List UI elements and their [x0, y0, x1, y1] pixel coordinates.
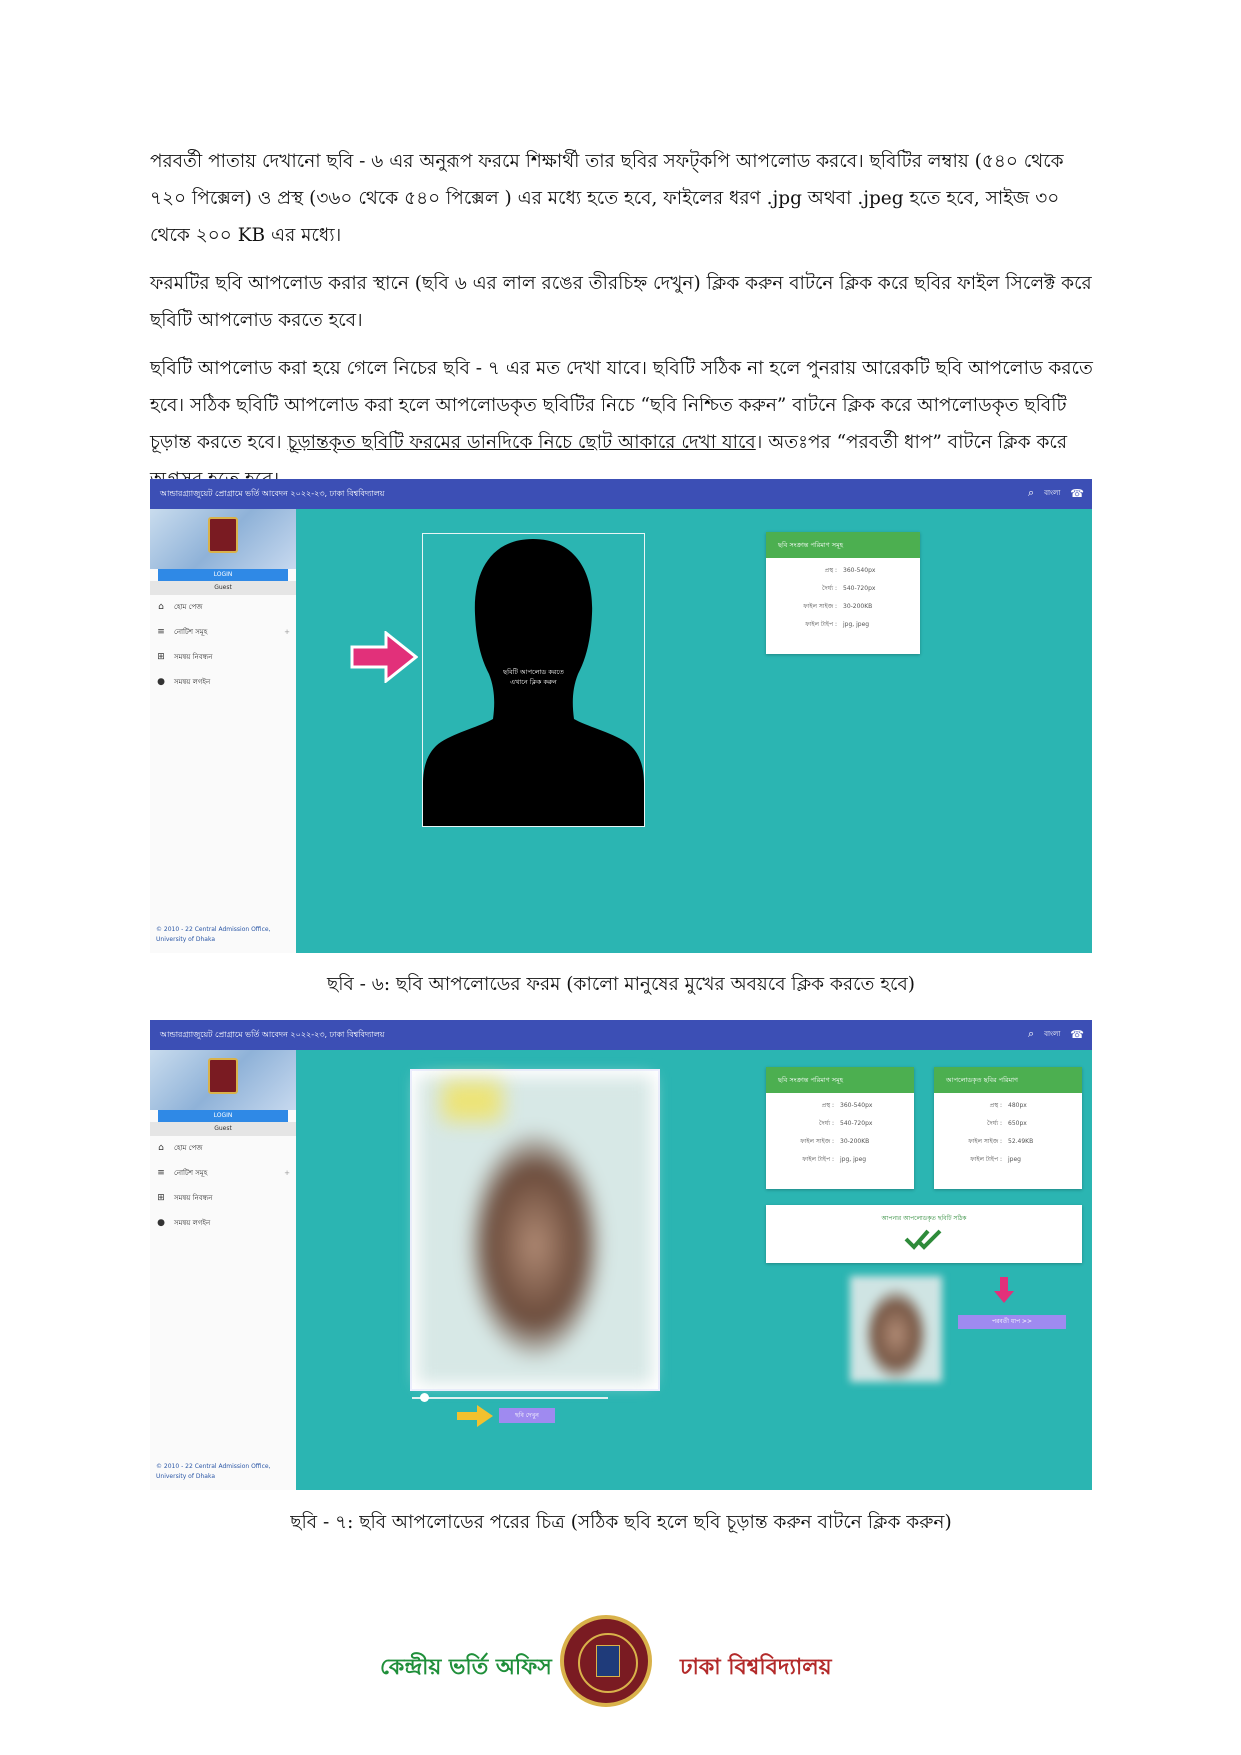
person-icon: ●: [157, 1218, 165, 1228]
sidebar: LOGIN Guest ⌂ হোম পেজ ≡ নোটিশ সমূহ + ⊞ সমন্ব…: [150, 509, 296, 953]
login-button[interactable]: LOGIN: [158, 1110, 288, 1122]
photo-ok-box: আপনার আপলোডকৃত ছবিটি সঠিক: [766, 1205, 1082, 1263]
university-seal-icon: [560, 1615, 652, 1707]
phone-icon[interactable]: ☎: [1070, 1028, 1084, 1041]
copyright: © 2010 - 22 Central Admission Office,: [156, 1463, 271, 1470]
zoom-slider-handle[interactable]: [420, 1393, 429, 1402]
footer-office-name: কেন্দ্রীয় ভর্তি অফিস: [380, 1654, 552, 1680]
app-title: আন্ডারগ্র্যাজুয়েট প্রোগ্রামে ভর্তি আবেদ…: [160, 1030, 385, 1039]
info-row: প্রস্থ :480px: [989, 1102, 1027, 1109]
req-row: দৈর্ঘ্য :540-720px: [822, 585, 876, 592]
info-row: ফাইল টাইপ : jpeg: [970, 1156, 1021, 1163]
paragraph-3: ছবিটি আপলোড করা হয়ে গেলে নিচের ছবি - ৭ …: [150, 350, 1095, 498]
upload-prompt-line2: এখানে ক্লিক করুন: [510, 678, 557, 686]
sidebar-item-registration[interactable]: ⊞ সমন্বয় নিবন্ধন: [156, 1186, 290, 1211]
uploaded-info-card-title: আপলোডকৃত ছবির পরিমাণ: [934, 1067, 1082, 1093]
screenshot-upload-form: আন্ডারগ্র্যাজুয়েট প্রোগ্রামে ভর্তি আবেদ…: [150, 479, 1092, 953]
app-topbar: আন্ডারগ্র্যাজুয়েট প্রোগ্রামে ভর্তি আবেদ…: [150, 1020, 1092, 1050]
sidebar-banner: [150, 1050, 296, 1110]
guest-label: Guest: [150, 581, 296, 595]
caption-figure-7: ছবি - ৭: ছবি আপলোডের পরের চিত্র (সঠিক ছব…: [290, 1512, 952, 1533]
sidebar: LOGIN Guest ⌂ হোম পেজ ≡ নোটিশ সমূহ + ⊞ সমন্ব…: [150, 1050, 296, 1490]
info-row: ফাইল সাইজ :52.49KB: [968, 1138, 1034, 1145]
search-icon[interactable]: ⌕: [1028, 486, 1034, 500]
home-icon: ⌂: [158, 602, 164, 612]
login-button[interactable]: LOGIN: [158, 569, 288, 581]
university-crest-icon: [208, 517, 238, 553]
requirements-card-title: ছবি সংক্রান্ত পরিমাণ সমূহ: [766, 532, 920, 558]
caption-figure-6: ছবি - ৬: ছবি আপলোডের ফরম (কালো মানুষের ম…: [327, 974, 915, 995]
info-row: দৈর্ঘ্য :650px: [987, 1120, 1027, 1127]
req-row: প্রস্থ :360-540px: [821, 1102, 873, 1109]
sidebar-item-registration[interactable]: ⊞ সমন্বয় নিবন্ধন: [156, 645, 290, 670]
next-step-button[interactable]: পরবর্তী ধাপ >>: [958, 1315, 1066, 1329]
person-icon: ●: [157, 677, 165, 687]
req-row: প্রস্থ :360-540px: [824, 567, 876, 574]
blurred-photo: [418, 1077, 652, 1383]
requirements-card: ছবি সংক্রান্ত পরিমাণ সমূহ প্রস্থ :360-54…: [766, 532, 920, 654]
requirements-card: ছবি সংক্রান্ত পরিমাণ সমূহ প্রস্থ :360-54…: [766, 1067, 914, 1189]
yellow-arrow-icon: [457, 1405, 493, 1427]
final-photo-thumbnail: [850, 1276, 942, 1382]
uploaded-photo-preview: [410, 1069, 660, 1391]
sidebar-item-login[interactable]: ● সমন্বয় লগইন: [156, 1211, 290, 1236]
paragraph-1: পরবর্তী পাতায় দেখানো ছবি - ৬ এর অনুরূপ …: [150, 151, 1064, 246]
home-icon: ⌂: [158, 1143, 164, 1153]
req-row: ফাইল টাইপ : jpg, jpeg: [805, 621, 870, 628]
guest-label: Guest: [150, 1122, 296, 1136]
lang-toggle[interactable]: বাংলা: [1044, 1028, 1060, 1040]
sidebar-item-home[interactable]: ⌂ হোম পেজ: [156, 595, 290, 620]
req-row: দৈর্ঘ্য :540-720px: [819, 1120, 873, 1127]
search-icon[interactable]: ⌕: [1028, 1027, 1034, 1041]
sidebar-banner: [150, 509, 296, 569]
sidebar-item-notices[interactable]: ≡ নোটিশ সমূহ +: [156, 1161, 290, 1186]
copyright: © 2010 - 22 Central Admission Office,: [156, 926, 271, 933]
pink-down-arrow-icon: [994, 1277, 1014, 1303]
app-title: আন্ডারগ্র্যাজুয়েট প্রোগ্রামে ভর্তি আবেদ…: [160, 489, 385, 498]
sidebar-item-home[interactable]: ⌂ হোম পেজ: [156, 1136, 290, 1161]
uploaded-info-card: আপলোডকৃত ছবির পরিমাণ প্রস্থ :480px দৈর্ঘ…: [934, 1067, 1082, 1189]
sidebar-item-login[interactable]: ● সমন্বয় লগইন: [156, 670, 290, 695]
pink-arrow-icon: [350, 631, 418, 683]
list-icon: ≡: [157, 627, 165, 637]
footer-university-name: ঢাকা বিশ্ববিদ্যালয়: [680, 1654, 832, 1680]
photo-upload-area[interactable]: ছবিটি আপলোড করতে এখানে ক্লিক করুন: [422, 533, 645, 827]
req-row: ফাইল সাইজ :30-200KB: [803, 603, 873, 610]
list-icon: ≡: [157, 1168, 165, 1178]
photo-ok-message: আপনার আপলোডকৃত ছবিটি সঠিক: [881, 1215, 967, 1222]
register-icon: ⊞: [157, 652, 165, 662]
screenshot-after-upload: আন্ডারগ্র্যাজুয়েট প্রোগ্রামে ভর্তি আবেদ…: [150, 1020, 1092, 1490]
req-row: ফাইল সাইজ :30-200KB: [800, 1138, 870, 1145]
copyright-org: University of Dhaka: [156, 936, 216, 943]
register-icon: ⊞: [157, 1193, 165, 1203]
confirm-photo-button[interactable]: ছবি দেখুন: [499, 1408, 555, 1423]
sidebar-item-notices[interactable]: ≡ নোটিশ সমূহ +: [156, 620, 290, 645]
zoom-slider[interactable]: [412, 1397, 608, 1399]
copyright-org: University of Dhaka: [156, 1473, 216, 1480]
upload-prompt-line1: ছবিটি আপলোড করতে: [503, 668, 564, 676]
paragraph-2: ফরমটির ছবি আপলোড করার স্থানে (ছবি ৬ এর ল…: [150, 273, 1092, 331]
lang-toggle[interactable]: বাংলা: [1044, 487, 1060, 499]
requirements-card-title: ছবি সংক্রান্ত পরিমাণ সমূহ: [766, 1067, 914, 1093]
phone-icon[interactable]: ☎: [1070, 487, 1084, 500]
req-row: ফাইল টাইপ : jpg, jpeg: [802, 1156, 867, 1163]
double-check-icon: [904, 1229, 942, 1250]
university-crest-icon: [208, 1058, 238, 1094]
paragraph-3-underlined: চূড়ান্তকৃত ছবিটি ফরমের ডানদিকে নিচে ছোট…: [287, 432, 756, 453]
app-topbar: আন্ডারগ্র্যাজুয়েট প্রোগ্রামে ভর্তি আবেদ…: [150, 479, 1092, 509]
